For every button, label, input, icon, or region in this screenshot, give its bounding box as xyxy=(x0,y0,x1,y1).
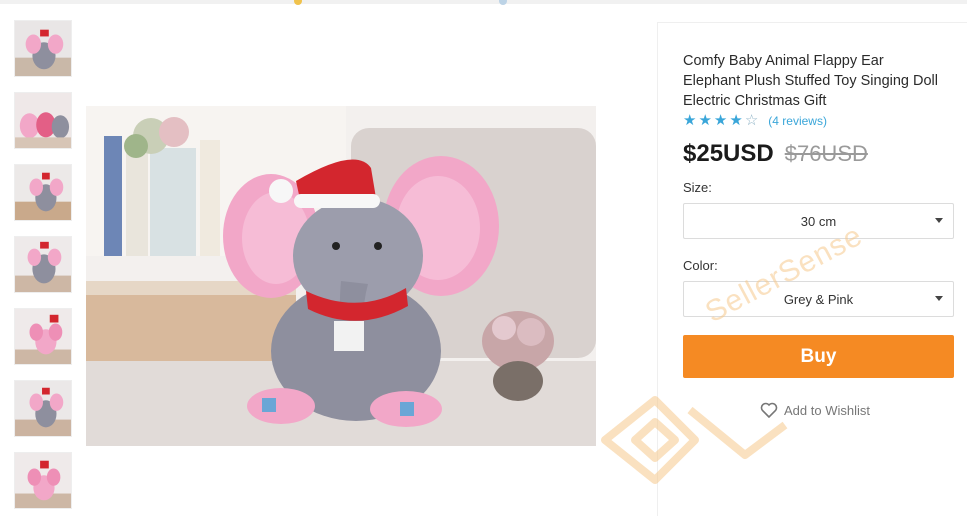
size-select[interactable]: 30 cm xyxy=(683,203,954,239)
size-label: Size: xyxy=(683,180,712,195)
chevron-down-icon xyxy=(935,218,943,223)
color-select-value: Grey & Pink xyxy=(783,291,854,307)
thumbnail-list xyxy=(14,20,72,516)
original-price: $76USD xyxy=(784,141,868,166)
star-icon: ★ xyxy=(729,112,743,129)
thumbnail-6[interactable] xyxy=(14,380,72,437)
thumbnail-1[interactable] xyxy=(14,20,72,77)
chevron-down-icon xyxy=(935,296,943,301)
heart-icon xyxy=(760,402,778,418)
buy-button[interactable]: Buy xyxy=(683,335,954,378)
top-divider xyxy=(0,0,967,5)
star-outline-icon: ☆ xyxy=(744,112,759,129)
current-price: $25USD xyxy=(683,140,774,167)
star-icon: ★ xyxy=(713,112,728,129)
add-to-wishlist-link[interactable]: Add to Wishlist xyxy=(760,402,870,418)
carousel-dot[interactable] xyxy=(294,0,302,5)
star-icon: ★ xyxy=(683,112,697,129)
star-icon: ★ xyxy=(698,112,712,129)
thumbnail-3[interactable] xyxy=(14,164,72,221)
thumbnail-5[interactable] xyxy=(14,308,72,365)
reviews-link[interactable]: (4 reviews) xyxy=(768,114,827,128)
wishlist-label: Add to Wishlist xyxy=(784,402,870,418)
thumbnail-4[interactable] xyxy=(14,236,72,293)
color-label: Color: xyxy=(683,258,718,273)
product-rating: ★ ★ ★ ★ ☆ (4 reviews) xyxy=(683,112,827,130)
price-row: $25USD $76USD xyxy=(683,140,868,168)
color-select[interactable]: Grey & Pink xyxy=(683,281,954,317)
thumbnail-2[interactable] xyxy=(14,92,72,149)
product-main-image[interactable] xyxy=(86,106,596,446)
product-title: Comfy Baby Animal Flappy Ear Elephant Pl… xyxy=(683,53,938,109)
size-select-value: 30 cm xyxy=(800,213,837,229)
carousel-dot[interactable] xyxy=(499,0,507,5)
thumbnail-7[interactable] xyxy=(14,452,72,509)
